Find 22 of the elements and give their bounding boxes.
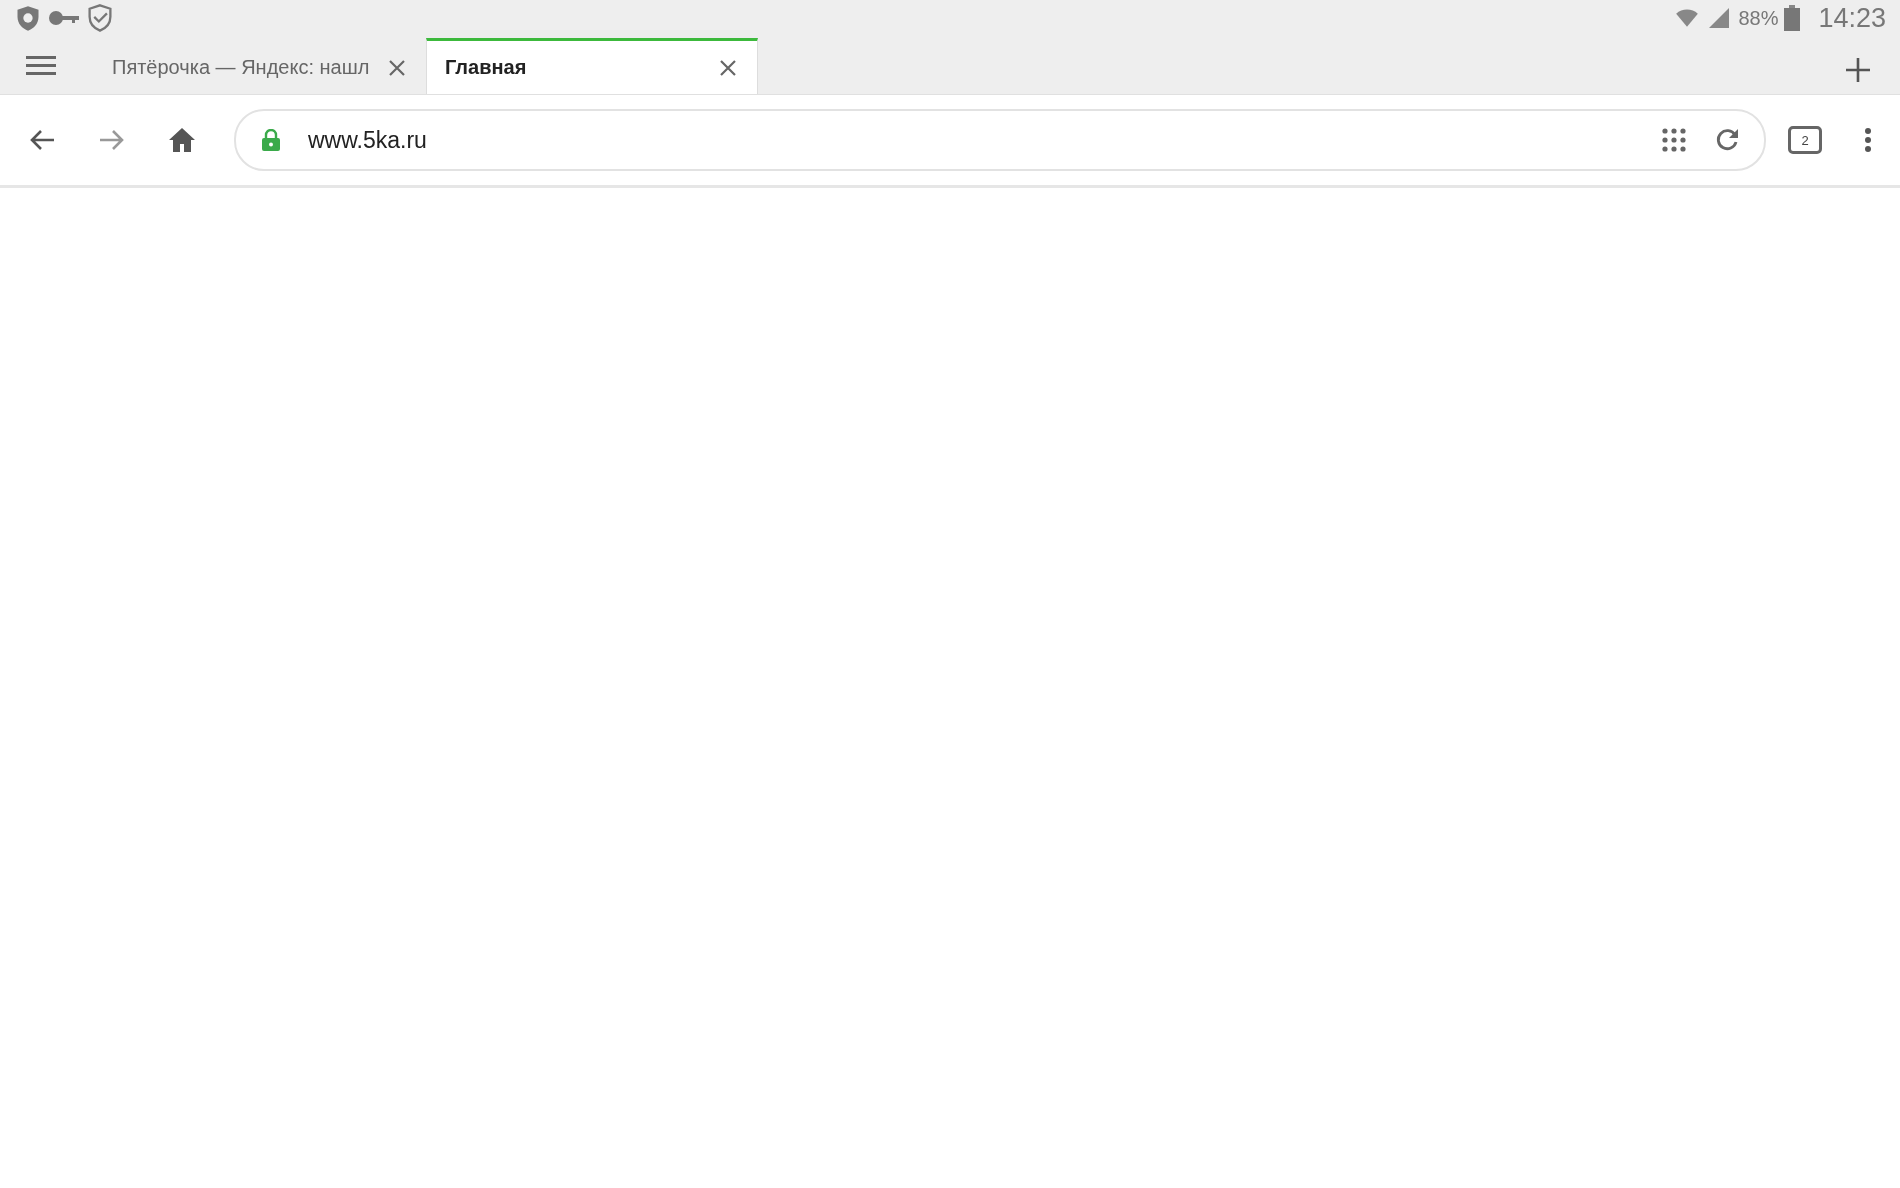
tab-title: Главная [445, 56, 528, 79]
back-arrow-icon[interactable] [28, 128, 56, 152]
forward-arrow-icon[interactable] [98, 128, 126, 152]
browser-tab[interactable]: Пятёрочка — Яндекс: нашл [94, 38, 426, 94]
close-icon[interactable] [388, 58, 406, 77]
menu-icon[interactable] [26, 55, 56, 77]
battery-icon [1784, 5, 1801, 31]
reload-icon[interactable] [1714, 127, 1740, 153]
home-icon[interactable] [168, 127, 196, 153]
grid-dots-icon[interactable] [1662, 128, 1686, 152]
clock-time: 14:23 [1818, 2, 1886, 34]
close-icon[interactable] [719, 58, 737, 77]
url-text: www.5ka.ru [308, 126, 428, 154]
tab-switcher-button[interactable]: 2 [1788, 126, 1822, 154]
shield-check-icon [86, 3, 114, 33]
battery-percent: 88% [1738, 6, 1779, 30]
address-bar[interactable]: www.5ka.ru [234, 109, 1766, 171]
browser-tab[interactable]: Главная [426, 38, 758, 94]
tab-title: Пятёрочка — Яндекс: нашл [112, 56, 371, 79]
new-tab-icon[interactable] [1846, 58, 1870, 82]
more-menu-icon[interactable] [1864, 127, 1872, 153]
key-icon [48, 8, 80, 28]
